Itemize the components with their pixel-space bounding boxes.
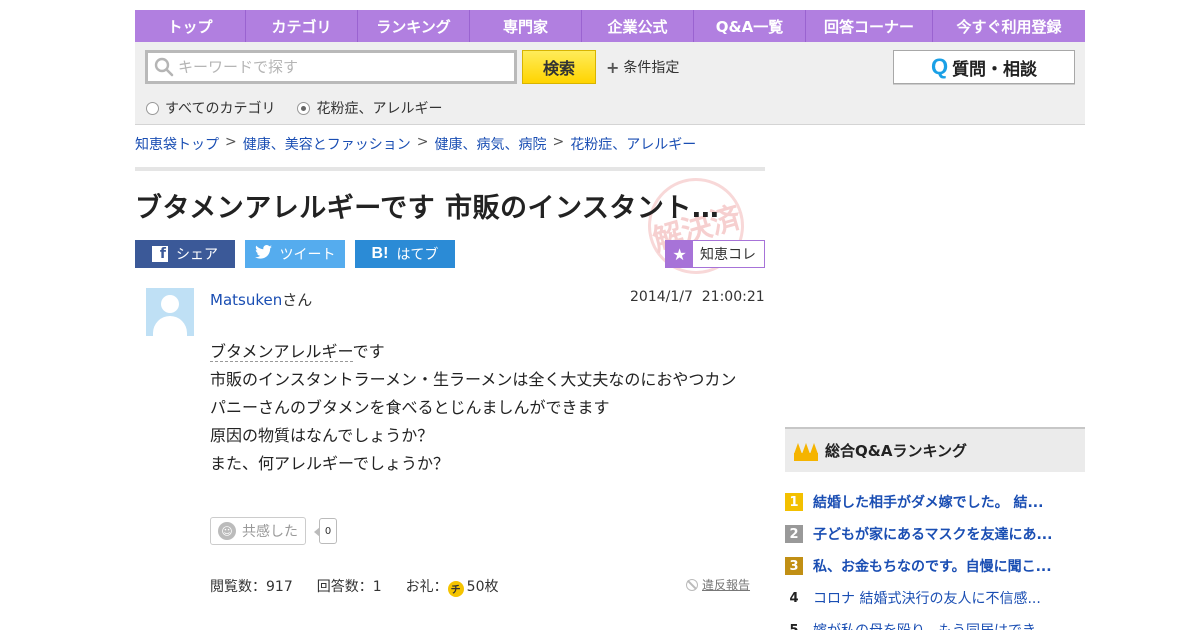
question-line: パニーさんのブタメンを食べるとじんましんができます [210, 398, 610, 417]
nav-item-category[interactable]: カテゴリ [246, 10, 358, 42]
keyword-link[interactable]: ブタメンアレルギー [210, 342, 353, 362]
search-scope: すべてのカテゴリ 花粉症、アレルギー [146, 98, 442, 118]
twitter-bird-icon [254, 245, 272, 263]
hatena-bookmark-button[interactable]: B! はてブ [355, 240, 455, 268]
facebook-share-label: シェア [176, 247, 218, 263]
q-icon: Q [930, 54, 949, 79]
rank-badge-bronze: 3 [785, 557, 803, 575]
search-icon [154, 57, 174, 77]
twitter-share-label: ツイート [279, 247, 336, 263]
scope-all-categories[interactable]: すべてのカテゴリ [146, 98, 275, 118]
breadcrumb-separator: > [552, 134, 565, 150]
nav-item-ranking[interactable]: ランキング [358, 10, 470, 42]
ban-icon [686, 578, 698, 591]
search-area: 検索 + 条件指定 すべてのカテゴリ 花粉症、アレルギー Q 質問・相談 [135, 42, 1085, 125]
page-title: ブタメンアレルギーです 市販のインスタント… [135, 193, 720, 224]
ranking-list: 1 結婚した相手がダメ嫁でした。 結... 2 子どもが家にあるマスクを友達にあ… [785, 486, 1085, 630]
smile-icon: ☺ [218, 522, 236, 540]
ranking-item-title: コロナ 結婚式決行の友人に不信感... [813, 591, 1041, 607]
answers-count: 回答数：1 [316, 579, 382, 596]
question-body: ブタメンアレルギーです 市販のインスタントラーメン・生ラーメンは全く大丈夫なのに… [210, 338, 755, 478]
question-line: 原因の物質はなんでしょうか？ [210, 426, 434, 445]
nav-item-experts[interactable]: 専門家 [470, 10, 582, 42]
breadcrumb-separator: > [416, 134, 429, 150]
empathy-button[interactable]: ☺ 共感した [210, 517, 306, 545]
avatar-head-shape [161, 295, 179, 313]
ranking-item-title: 子どもが家にあるマスクを友達にあ... [813, 527, 1053, 543]
report-label: 違反報告 [702, 578, 751, 592]
avatar[interactable] [146, 288, 194, 336]
ranking-item[interactable]: 5 嫁が私の母を殴り、もう同居はでき... [785, 614, 1085, 630]
radio-selected-icon [297, 101, 311, 115]
nav-item-answer-corner[interactable]: 回答コーナー [806, 10, 933, 42]
question-timestamp: 2014/1/7 21:00:21 [630, 289, 765, 305]
ask-question-label: 質問・相談 [952, 59, 1038, 80]
question-line: また、何アレルギーでしょうか？ [210, 454, 450, 473]
search-input[interactable] [178, 58, 498, 76]
rank-number: 5 [789, 622, 799, 630]
breadcrumb: 知恵袋トップ > 健康、美容とファッション > 健康、病気、病院 > 花粉症、ア… [135, 134, 696, 154]
rank-badge-silver: 2 [785, 525, 803, 543]
facebook-share-button[interactable]: f シェア [135, 240, 235, 268]
reward-value: 50枚 [466, 579, 499, 595]
hatena-icon: B! [371, 245, 389, 262]
ranking-item[interactable]: 4 コロナ 結婚式決行の友人に不信感... [785, 582, 1085, 614]
coin-icon: チ [447, 580, 464, 597]
question-stats: 閲覧数：917 回答数：1 お礼：チ 50枚 [210, 576, 498, 597]
ranking-item-title: 私、お金もちなのです。自慢に聞こ... [813, 559, 1052, 575]
scope-current-category[interactable]: 花粉症、アレルギー [297, 98, 442, 118]
twitter-share-button[interactable]: ツイート [245, 240, 345, 268]
search-button[interactable]: 検索 [522, 50, 596, 84]
views-count: 閲覧数：917 [210, 579, 293, 596]
ask-question-button[interactable]: Q 質問・相談 [893, 50, 1075, 84]
report-link[interactable]: 違反報告 [686, 576, 750, 593]
ranking-header: 総合Q&Aランキング [785, 427, 1085, 472]
rank-badge-gold: 1 [785, 493, 803, 511]
question-line: 市販のインスタントラーメン・生ラーメンは全く大丈夫なのにおやつカン [210, 370, 737, 389]
nav-item-top[interactable]: トップ [135, 10, 246, 42]
chiecore-button[interactable]: ★ 知恵コレ [665, 240, 765, 268]
facebook-icon: f [152, 246, 168, 262]
author-link[interactable]: Matsuken [210, 291, 282, 309]
empathy-count: 0 [314, 518, 337, 544]
question-line: ブタメンアレルギーです [210, 338, 755, 366]
ranking-item[interactable]: 3 私、お金もちなのです。自慢に聞こ... [785, 550, 1085, 582]
breadcrumb-item-health-beauty[interactable]: 健康、美容とファッション [243, 134, 411, 154]
ranking-panel: 総合Q&Aランキング 1 結婚した相手がダメ嫁でした。 結... 2 子どもが家… [785, 427, 1085, 630]
breadcrumb-item-health-illness[interactable]: 健康、病気、病院 [434, 134, 546, 154]
breadcrumb-item-top[interactable]: 知恵袋トップ [135, 134, 219, 154]
ranking-item-title: 結婚した相手がダメ嫁でした。 結... [813, 495, 1044, 511]
search-conditions-label: 条件指定 [623, 60, 680, 76]
author-honorific: さん [282, 291, 313, 309]
nav-item-register[interactable]: 今すぐ利用登録 [933, 10, 1085, 42]
plus-icon: + [606, 57, 620, 77]
question-author: Matsukenさん [210, 289, 312, 310]
question-line-text: です [352, 342, 385, 361]
search-conditions-toggle[interactable]: + 条件指定 [606, 57, 679, 77]
crown-icon [794, 441, 818, 461]
hatena-label: はてブ [396, 247, 439, 263]
reward-label: お礼： [405, 579, 448, 595]
nav-item-qa-list[interactable]: Q&A一覧 [694, 10, 806, 42]
reward: お礼：チ 50枚 [405, 576, 499, 597]
nav-item-official[interactable]: 企業公式 [582, 10, 694, 42]
search-box [145, 50, 517, 84]
ranking-item[interactable]: 2 子どもが家にあるマスクを友達にあ... [785, 518, 1085, 550]
empathy-label: 共感した [242, 524, 298, 540]
ranking-item-title: 嫁が私の母を殴り、もう同居はでき... [813, 620, 1049, 630]
star-icon: ★ [666, 241, 693, 267]
divider [135, 167, 765, 171]
scope-current-label: 花粉症、アレルギー [316, 101, 443, 117]
global-nav: トップ カテゴリ ランキング 専門家 企業公式 Q&A一覧 回答コーナー 今すぐ… [135, 10, 1085, 42]
avatar-body-shape [153, 316, 187, 336]
ranking-title: 総合Q&Aランキング [825, 442, 967, 460]
breadcrumb-separator: > [225, 134, 237, 150]
scope-all-label: すべてのカテゴリ [165, 101, 276, 117]
radio-icon [146, 101, 159, 115]
rank-number: 4 [789, 590, 799, 606]
ranking-item[interactable]: 1 結婚した相手がダメ嫁でした。 結... [785, 486, 1085, 518]
chiecore-label: 知恵コレ [700, 247, 756, 263]
breadcrumb-item-allergy[interactable]: 花粉症、アレルギー [570, 134, 696, 154]
